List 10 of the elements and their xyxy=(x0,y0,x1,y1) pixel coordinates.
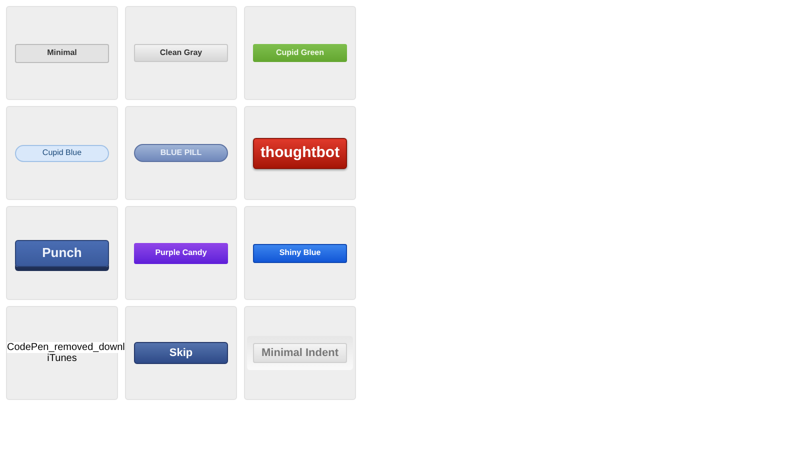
demo-button[interactable]: Cupid Blue xyxy=(15,144,109,162)
demo-button[interactable]: Clean Gray xyxy=(134,44,228,62)
minimal-indent-button[interactable]: Minimal Indent xyxy=(253,343,347,363)
image-alt-text: CodePen_removed_downl xyxy=(7,342,125,353)
demo-button[interactable]: Skip xyxy=(134,342,228,364)
demo-button[interactable]: Purple Candy xyxy=(134,242,228,264)
demo-button[interactable]: thoughtbot xyxy=(253,138,347,168)
demo-button[interactable]: Minimal xyxy=(15,44,109,62)
demo-button[interactable]: Shiny Blue xyxy=(253,244,347,262)
image-caption: iTunes xyxy=(47,353,77,364)
